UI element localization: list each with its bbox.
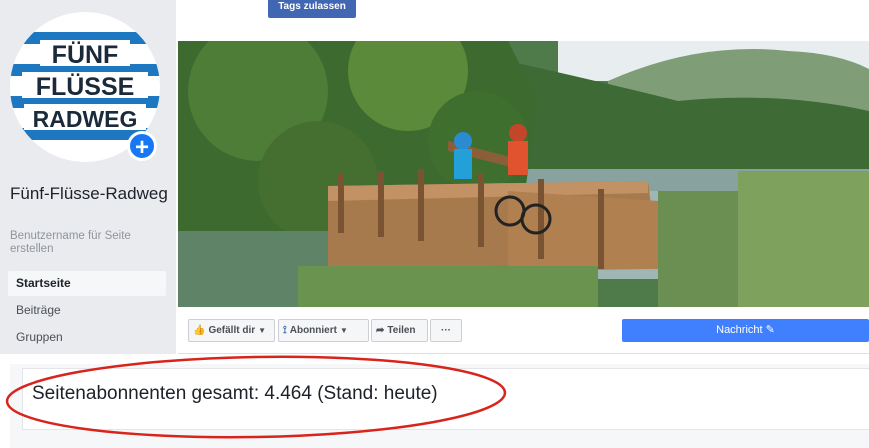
sidebar-item-startseite[interactable]: Startseite: [8, 271, 166, 296]
sidebar-nav: Startseite Beiträge Gruppen: [8, 271, 166, 352]
cover-photo-graphic: [178, 41, 869, 307]
logo-line2: FLÜSSE: [36, 72, 135, 101]
share-button[interactable]: ➦ Teilen: [371, 319, 428, 342]
follow-label: Abonniert: [289, 325, 337, 336]
message-button[interactable]: Nachricht ✎: [622, 319, 869, 342]
page-sidebar: FÜNF FLÜSSE RADWEG + Fünf-Flüsse-Radweg …: [0, 0, 176, 354]
chevron-down-icon: ▼: [258, 326, 267, 335]
pencil-icon: ✎: [765, 324, 775, 336]
like-label: Gefällt dir: [208, 325, 256, 336]
message-label: Nachricht: [716, 324, 763, 336]
sidebar-item-beitraege[interactable]: Beiträge: [8, 298, 166, 323]
like-button[interactable]: 👍 Gefällt dir ▼: [188, 319, 275, 342]
share-label: Teilen: [387, 325, 416, 336]
sidebar-item-gruppen[interactable]: Gruppen: [8, 325, 166, 350]
allow-tags-button[interactable]: Tags zulassen: [268, 0, 356, 18]
add-profile-photo-icon[interactable]: +: [127, 131, 157, 161]
annotation-ellipse: [5, 355, 507, 439]
thumbs-up-icon: 👍: [193, 325, 206, 336]
page-action-bar: 👍 Gefällt dir ▼ ⟟ Abonniert ▼ ➦ Teilen ··· Na…: [178, 307, 869, 354]
follow-button[interactable]: ⟟ Abonniert ▼: [278, 319, 369, 342]
create-username-link[interactable]: Benutzername für Seite erstellen: [10, 230, 170, 256]
rss-icon: ⟟: [283, 325, 287, 336]
share-arrow-icon: ➦: [376, 325, 385, 336]
chevron-down-icon: ▼: [339, 326, 348, 335]
page-title[interactable]: Fünf-Flüsse-Radweg: [10, 183, 170, 205]
cover-photo[interactable]: [178, 41, 869, 307]
logo-line1: FÜNF: [52, 40, 119, 69]
logo-line3: RADWEG: [33, 106, 138, 132]
more-options-button[interactable]: ···: [430, 319, 462, 342]
